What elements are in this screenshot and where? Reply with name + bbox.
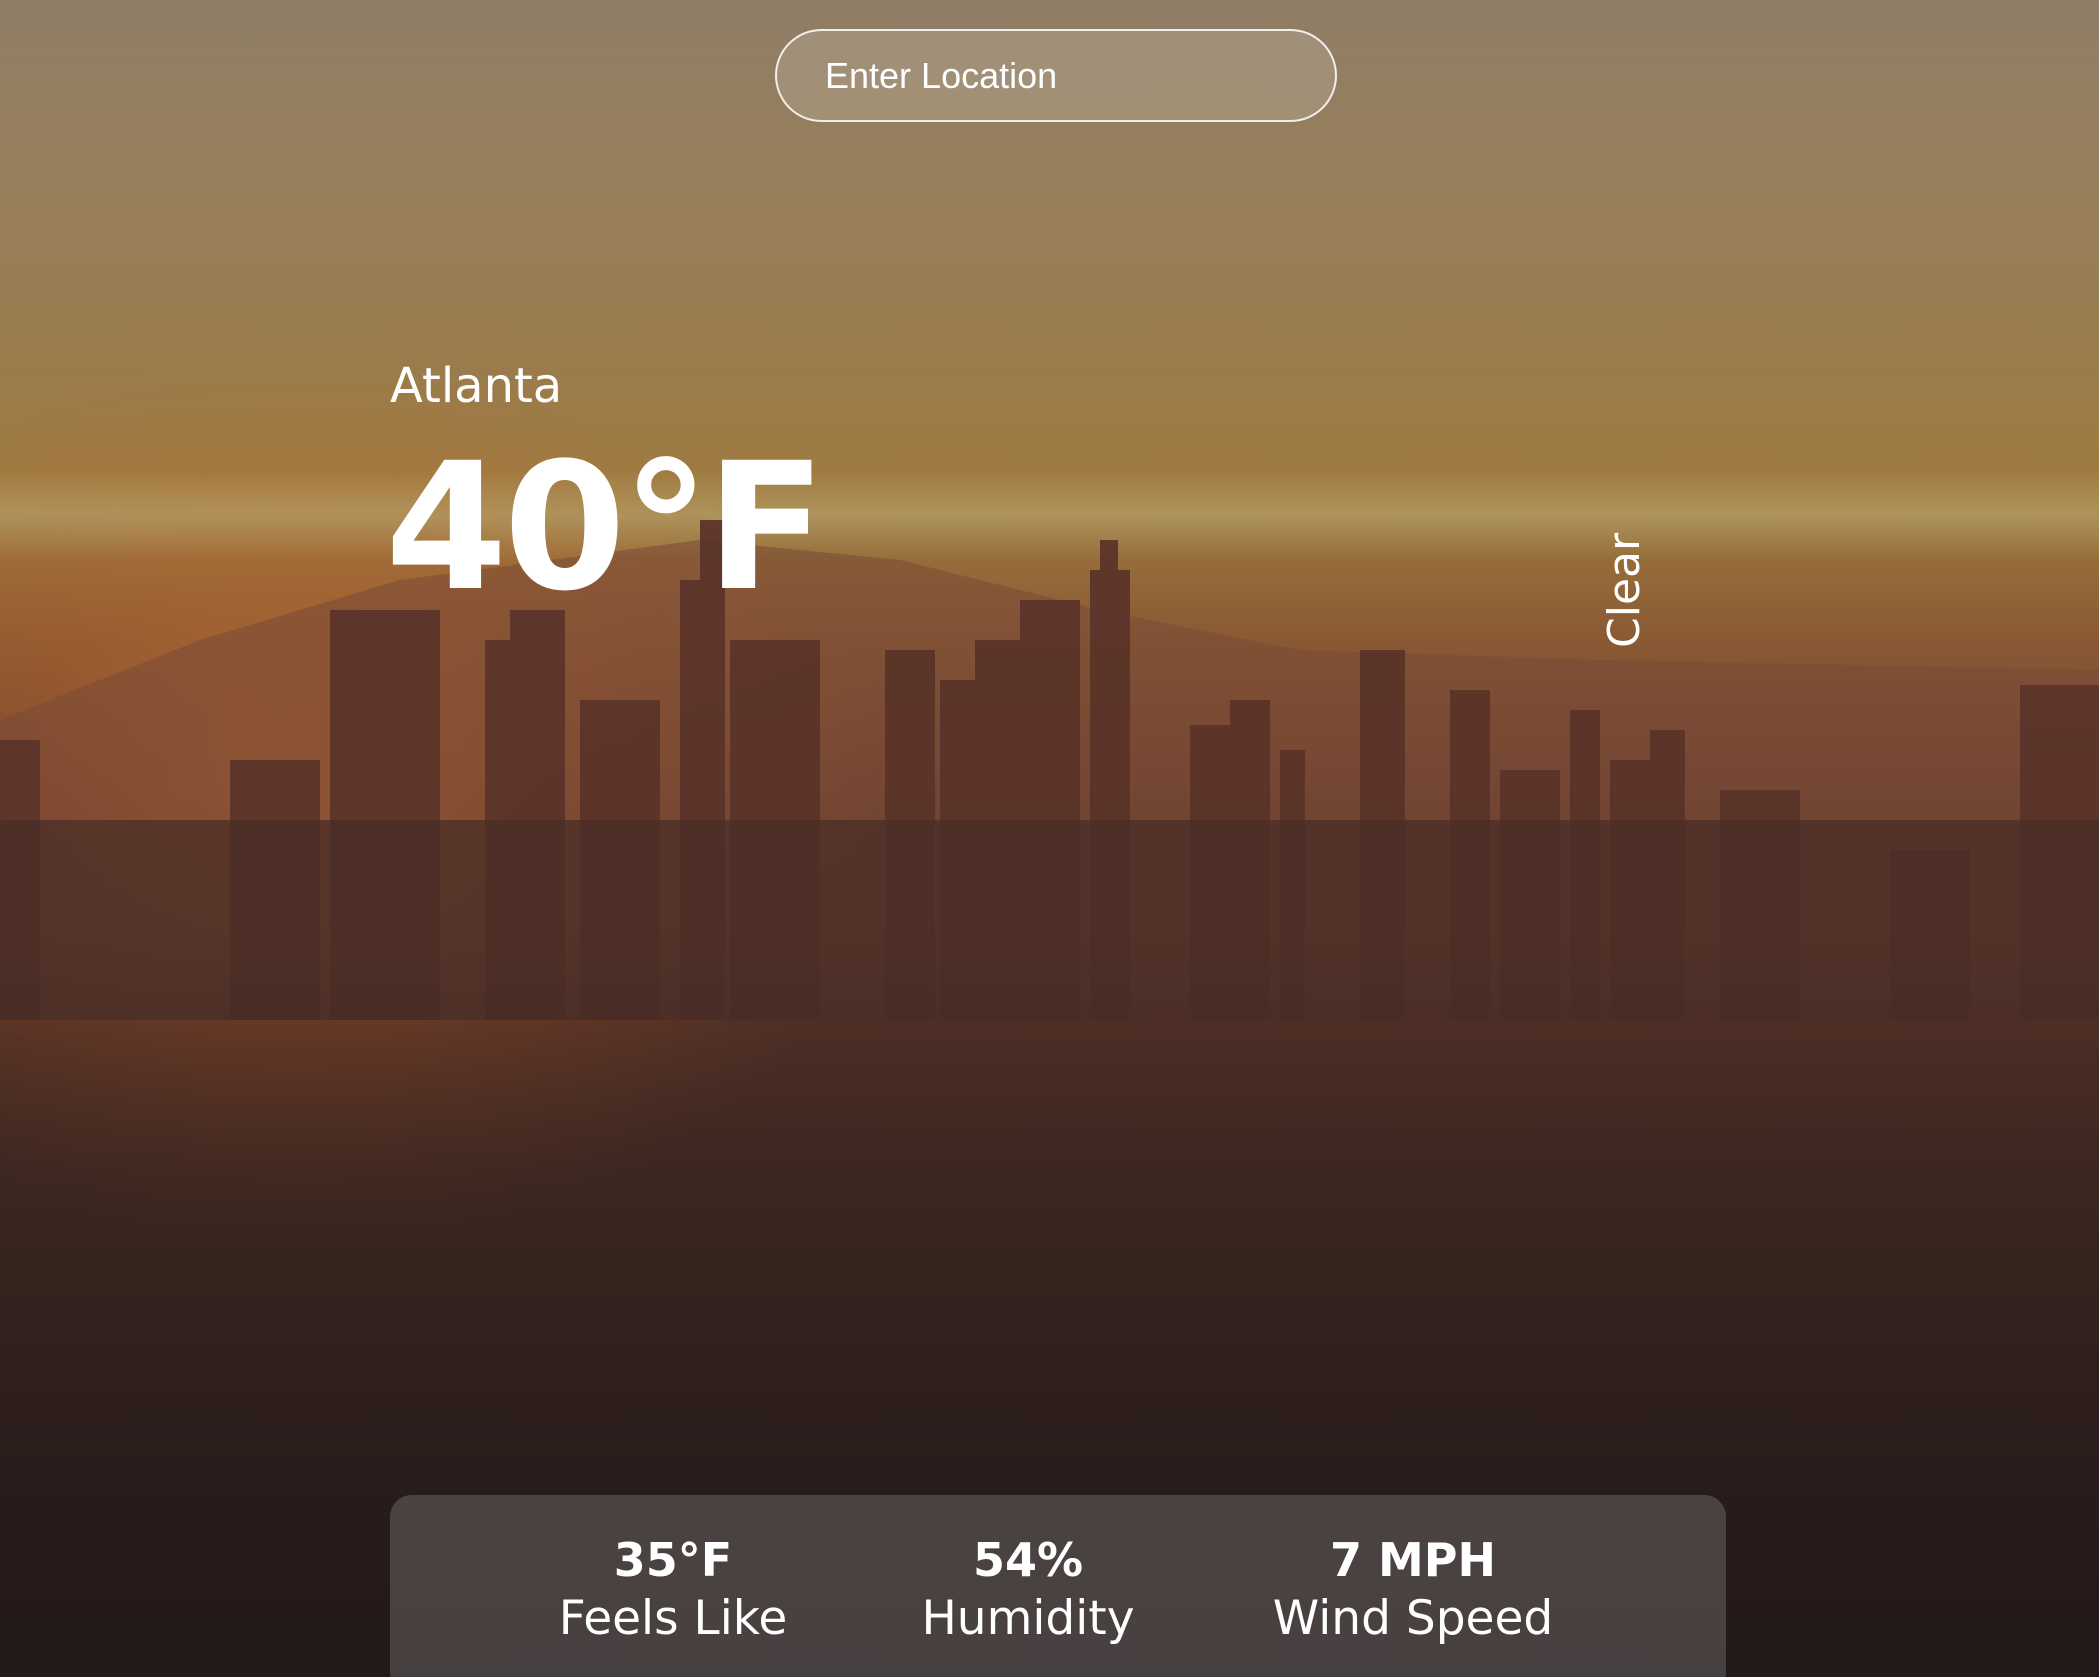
weather-stats-panel: 35°F Feels Like 54% Humidity 7 MPH Wind …: [390, 1495, 1726, 1677]
weather-app: Atlanta 40°F Clear 35°F Feels Like 54% H…: [0, 0, 2099, 1677]
humidity-stat: 54% Humidity: [868, 1535, 1188, 1651]
wind-speed-value: 7 MPH: [1329, 1533, 1496, 1587]
current-temperature: 40°F: [385, 425, 826, 630]
feels-like-value: 35°F: [613, 1533, 733, 1587]
wind-speed-label: Wind Speed: [1272, 1590, 1554, 1646]
weather-condition: Clear: [1599, 532, 1650, 648]
wind-speed-stat: 7 MPH Wind Speed: [1253, 1535, 1573, 1651]
feels-like-stat: 35°F Feels Like: [513, 1535, 833, 1651]
humidity-label: Humidity: [921, 1590, 1135, 1646]
location-search-input[interactable]: [775, 29, 1337, 122]
feels-like-label: Feels Like: [558, 1590, 788, 1646]
city-name: Atlanta: [390, 358, 563, 414]
humidity-value: 54%: [972, 1533, 1084, 1587]
